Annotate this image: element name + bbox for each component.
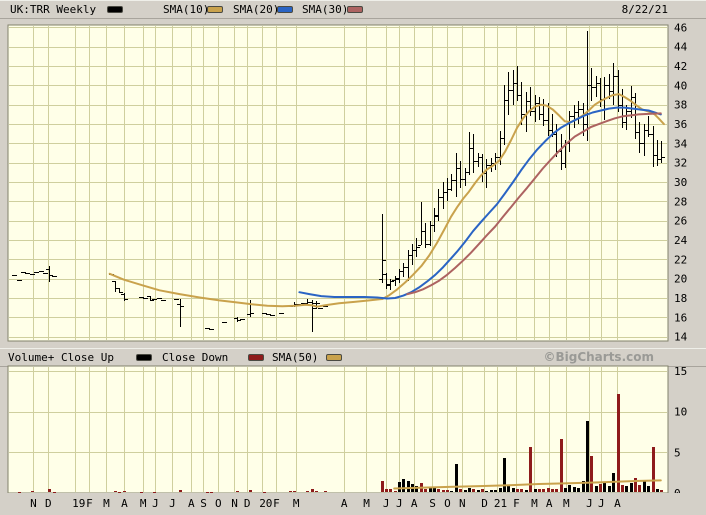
y-axis-tick: 5: [674, 446, 681, 459]
symbol-label: UK:TRR Weekly: [10, 3, 97, 16]
y-axis-tick: 40: [674, 79, 687, 92]
x-axis-label: A: [545, 497, 553, 510]
x-axis-label: F: [273, 497, 280, 510]
x-axis-label: A: [614, 497, 621, 510]
x-axis-label: M: [292, 497, 300, 510]
x-axis-label: O: [215, 497, 222, 510]
x-axis-label: A: [187, 497, 195, 510]
volume-up-swatch: [136, 354, 152, 361]
sma10-label: SMA(10): [163, 3, 210, 16]
volume-up-label: Volume+ Close Up: [8, 351, 114, 364]
y-axis-tick: 38: [674, 99, 687, 112]
stock-chart-window: UK:TRR Weekly SMA(10) SMA(20) SMA(30) 8/…: [0, 0, 706, 515]
x-axis-label: J: [152, 497, 159, 510]
sma30-label: SMA(30): [302, 3, 349, 16]
x-axis-label: 20: [259, 497, 273, 510]
y-axis-tick: 46: [674, 21, 687, 34]
y-axis-tick: 44: [674, 41, 688, 54]
price-legend-bar: UK:TRR Weekly SMA(10) SMA(20) SMA(30) 8/…: [0, 0, 706, 19]
y-axis-tick: 24: [674, 234, 688, 247]
sma20-swatch: [277, 6, 293, 13]
x-axis-label: F: [86, 497, 93, 510]
x-axis-label: A: [340, 497, 348, 510]
x-axis-label: S: [429, 497, 436, 510]
x-axis-label: O: [444, 497, 451, 510]
y-axis-tick: 14: [674, 331, 688, 344]
x-axis-label: M: [531, 497, 538, 510]
x-axis-label: M: [363, 497, 370, 510]
x-axis: N D 19 F M A M J J A S O N D 20 F M A M J J A S O N D 21 F M A M J J A: [0, 493, 706, 515]
x-axis-label: J: [597, 497, 605, 510]
x-axis-label: S: [200, 497, 207, 510]
chart-date: 8/22/21: [621, 3, 668, 16]
x-axis-label: 21: [493, 497, 508, 510]
x-axis-label: F: [513, 497, 520, 510]
price-chart: 46 44 42 40 38 36 34 32 30 28 26 24 22 20 18 16 14: [7, 21, 688, 344]
x-axis-label: D: [243, 497, 251, 510]
x-axis-label: J: [382, 497, 390, 510]
y-axis-tick: 32: [674, 157, 687, 170]
y-axis-tick: 34: [674, 137, 688, 150]
bigcharts-watermark: ©BigCharts.com: [543, 350, 654, 364]
y-axis-tick: 15: [674, 365, 687, 378]
x-axis-label: N: [231, 497, 238, 510]
x-axis-label: M: [562, 497, 570, 510]
x-axis-label: 19: [72, 497, 86, 510]
sma50-label: SMA(50): [272, 351, 319, 364]
y-axis-tick: 26: [674, 215, 687, 228]
x-axis-label: M: [139, 497, 147, 510]
x-axis-label: J: [169, 497, 176, 510]
y-axis-tick: 16: [674, 311, 687, 324]
x-axis-label: J: [396, 497, 403, 510]
y-axis-tick: 18: [674, 292, 687, 305]
x-axis-label: J: [586, 497, 593, 510]
y-axis-tick: 10: [674, 406, 687, 419]
y-axis-tick: 28: [674, 195, 687, 208]
sma30-swatch: [347, 6, 363, 13]
x-axis-label: N: [30, 497, 37, 510]
sma10-swatch: [207, 6, 223, 13]
x-axis-label: M: [103, 497, 110, 510]
x-axis-label: A: [410, 497, 418, 510]
y-axis-tick: 42: [674, 60, 687, 73]
x-axis-label: D: [45, 497, 52, 510]
price-series-swatch: [107, 6, 123, 13]
y-axis-tick: 30: [674, 176, 687, 189]
volume-down-swatch: [248, 354, 264, 361]
x-axis-label: A: [121, 497, 128, 510]
x-axis-label: D: [481, 497, 488, 510]
y-axis-tick: 22: [674, 253, 687, 266]
sma20-label: SMA(20): [233, 3, 280, 16]
volume-chart: 151050: [7, 365, 687, 493]
x-axis-label: N: [458, 497, 466, 510]
volume-down-label: Close Down: [162, 351, 229, 364]
sma50-swatch: [326, 354, 342, 361]
y-axis-tick: 20: [674, 273, 687, 286]
y-axis-tick: 36: [674, 118, 687, 131]
